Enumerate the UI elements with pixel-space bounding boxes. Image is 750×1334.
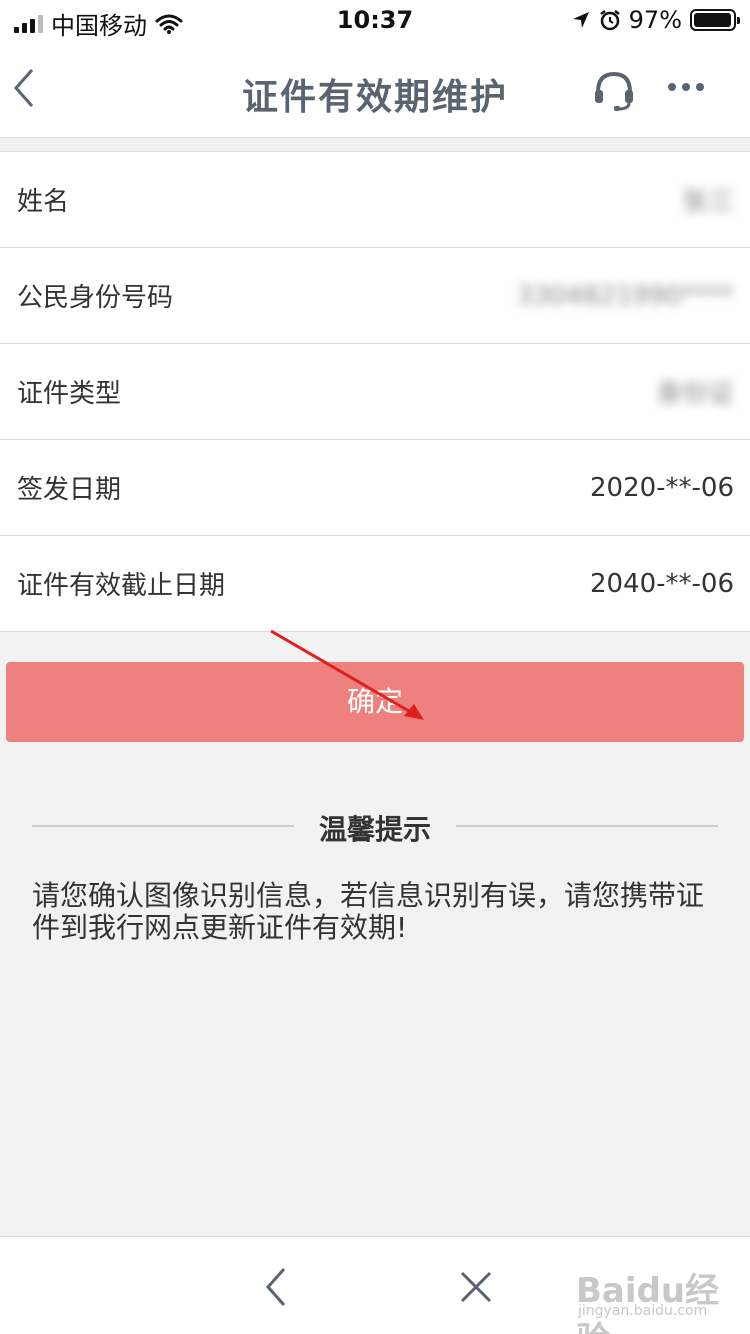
form-row-id-number: 公民身份号码 3304821990**** [0,248,750,344]
issue-date-value[interactable]: 2020-**-06 [590,473,734,503]
battery-fill [694,13,731,27]
expiry-date-value[interactable]: 2040-**-06 [590,569,734,599]
page-title: 证件有效期维护 [241,77,508,118]
status-right: 97% [571,6,740,34]
form-row-issue-date[interactable]: 签发日期 2020-**-06 [0,440,750,536]
name-label: 姓名 [17,187,70,217]
id-type-label: 证件类型 [17,379,122,409]
tips-title: 温馨提示 [318,813,431,846]
expiry-date-label: 证件有效截止日期 [17,571,226,601]
form-row-expiry-date[interactable]: 证件有效截止日期 2040-**-06 [0,536,750,632]
tips-text: 请您确认图像识别信息，若信息识别有误，请您携带证件到我行网点更新证件有效期! [32,879,705,944]
alarm-icon [599,10,620,31]
battery-icon [690,9,740,31]
confirm-button[interactable]: 确定 [6,662,744,742]
battery-percent: 97% [628,6,682,34]
baidu-watermark: Baidu经验 jingyan.baidu.com [576,1261,726,1334]
id-number-label: 公民身份号码 [17,283,174,313]
id-number-value: 3304821990**** [516,280,734,311]
close-icon[interactable] [458,1269,494,1305]
bottom-toolbar: Baidu经验 jingyan.baidu.com [0,1236,750,1334]
tips-divider-right [456,825,718,827]
nav-bar: 证件有效期维护 [0,40,750,138]
id-type-value: 身份证 [655,379,734,409]
form-row-name: 姓名 张三 [0,152,750,248]
more-icon[interactable] [666,80,706,94]
name-value: 张三 [681,187,734,217]
issue-date-label: 签发日期 [17,475,122,505]
watermark-sub: jingyan.baidu.com [578,1303,708,1319]
watermark-brand: Baidu经验 [576,1271,720,1334]
headset-icon[interactable] [592,68,636,112]
status-bar: 中国移动 10:37 97% [0,0,750,40]
back-icon[interactable] [262,1265,292,1309]
id-info-form: 姓名 张三 公民身份号码 3304821990**** 证件类型 身份证 签发日… [0,151,750,632]
form-row-id-type: 证件类型 身份证 [0,344,750,440]
tips-header: 温馨提示 [32,806,718,846]
location-icon [572,12,589,28]
